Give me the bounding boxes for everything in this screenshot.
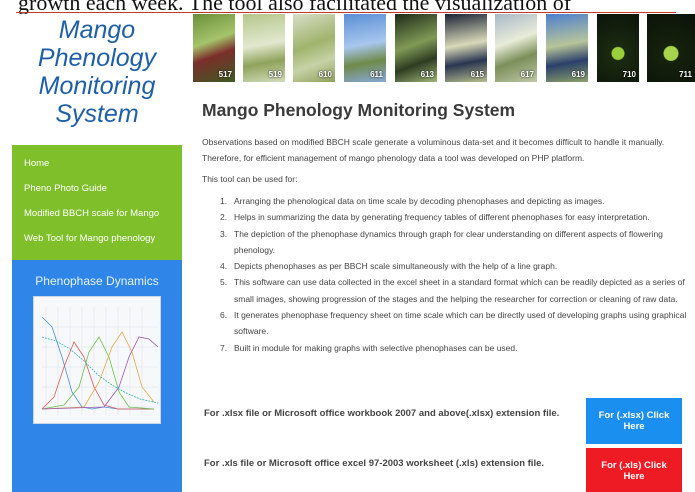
- phenophase-photo: 617: [495, 14, 537, 82]
- nav-item-bbch-scale[interactable]: Modified BBCH scale for Mango: [12, 201, 182, 226]
- list-item: 3. The depiction of the phenophase dynami…: [220, 228, 663, 255]
- list-item: 5. This software can use data collected i…: [220, 277, 685, 304]
- photo-stage-number: 519: [268, 70, 282, 79]
- phenophase-dynamics-panel: Phenophase Dynamics: [12, 260, 182, 492]
- sidebar-nav: Home Pheno Photo Guide Modified BBCH sca…: [12, 145, 182, 260]
- photo-stage-number: 619: [571, 70, 585, 79]
- phenophase-photo: 710: [597, 14, 639, 82]
- logo-line-1: Mango: [58, 16, 136, 44]
- phenophase-photo: 711: [647, 14, 695, 82]
- phenophase-photo: 611: [344, 14, 386, 82]
- nav-item-home[interactable]: Home: [12, 151, 182, 176]
- phenophase-photo-strip: 517 519 610 611 613 615 617 619 710 711: [193, 14, 695, 82]
- list-item: 4. Depicts phenophases as per BBCH scale …: [220, 261, 558, 272]
- list-item: 6. It generates phenophase frequency shee…: [220, 310, 687, 337]
- photo-stage-number: 613: [420, 70, 434, 79]
- xls-download-button[interactable]: For (.xls) Click Here: [586, 448, 682, 492]
- photo-stage-number: 711: [679, 70, 692, 79]
- red-underline: [16, 12, 676, 13]
- photo-stage-number: 517: [218, 70, 232, 79]
- intro-paragraph: Observations based on modified BBCH scal…: [202, 137, 665, 163]
- usage-label: This tool can be used for:: [202, 174, 298, 184]
- phenophase-photo: 613: [395, 14, 437, 82]
- list-item: 7. Built in module for making graphs with…: [220, 342, 518, 353]
- phenophase-photo: 619: [546, 14, 588, 82]
- page-title: Mango Phenology Monitoring System: [202, 100, 516, 120]
- phenophase-photo: 610: [293, 14, 335, 82]
- main-content: Mango Phenology Monitoring System Observ…: [202, 100, 690, 356]
- top-cropped-text: growth each week. The tool also facilita…: [0, 0, 695, 14]
- phenophase-dynamics-title: Phenophase Dynamics: [35, 274, 159, 288]
- graph-thumbnail-image: [34, 297, 160, 423]
- logo-line-4: System: [55, 100, 139, 128]
- xlsx-download-button[interactable]: For (.xlsx) Click Here: [586, 398, 682, 444]
- xls-description: For .xls file or Microsoft office excel …: [204, 458, 545, 469]
- list-item: 1. Arranging the phenological data on tim…: [220, 196, 605, 206]
- phenophase-photo: 519: [243, 14, 285, 82]
- xlsx-description: For .xlsx file or Microsoft office workb…: [204, 408, 560, 419]
- phenophase-dynamics-graph-thumbnail[interactable]: [33, 296, 161, 424]
- phenophase-photo: 517: [193, 14, 235, 82]
- photo-stage-number: 611: [370, 70, 383, 79]
- list-item: 2. Helps in summarizing the data by gener…: [220, 212, 650, 223]
- logo-line-2: Phenology: [37, 44, 157, 72]
- phenophase-photo: 615: [445, 14, 487, 82]
- photo-stage-number: 710: [622, 70, 636, 79]
- sidebar: Mango Phenology Monitoring System Home P…: [12, 14, 182, 492]
- nav-item-pheno-photo-guide[interactable]: Pheno Photo Guide: [12, 176, 182, 201]
- photo-stage-number: 617: [520, 70, 534, 79]
- logo-line-3: Monitoring: [38, 72, 156, 100]
- site-logo[interactable]: Mango Phenology Monitoring System: [12, 14, 182, 145]
- photo-stage-number: 610: [318, 70, 332, 79]
- feature-list: 1. Arranging the phenological data on tim…: [202, 193, 690, 356]
- photo-stage-number: 615: [470, 70, 484, 79]
- nav-item-web-tool[interactable]: Web Tool for Mango phenology: [12, 226, 182, 251]
